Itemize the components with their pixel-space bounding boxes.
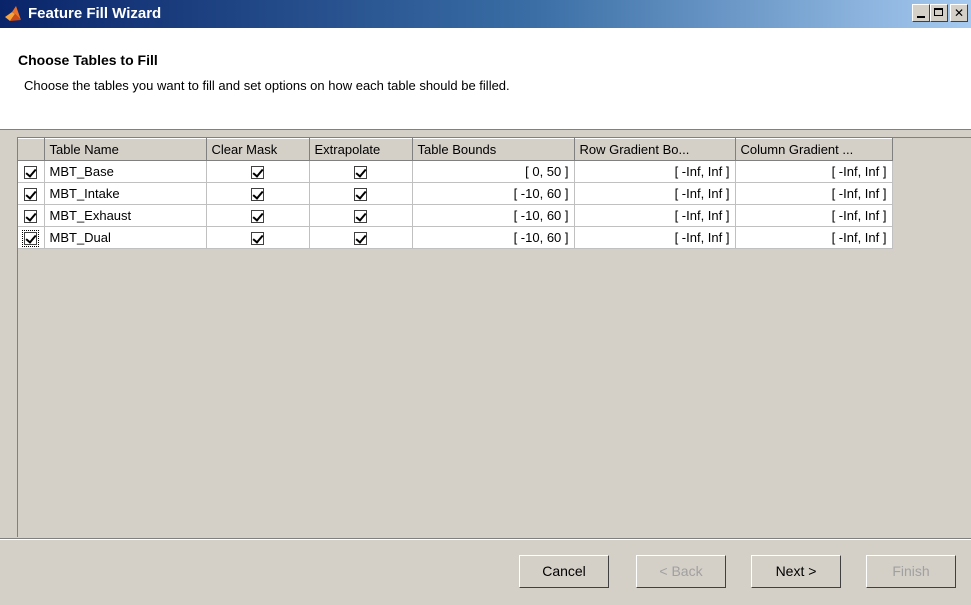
table-name-cell[interactable]: MBT_Dual xyxy=(44,226,207,249)
table-header-row: Table Name Clear Mask Extrapolate Table … xyxy=(18,138,893,161)
row-gradient-cell[interactable]: [ -Inf, Inf ] xyxy=(574,204,736,227)
wizard-header: Choose Tables to Fill Choose the tables … xyxy=(0,28,971,130)
finish-button[interactable]: Finish xyxy=(866,555,956,588)
extrapolate-checkbox[interactable] xyxy=(354,188,367,202)
row-select-cell[interactable] xyxy=(18,160,45,183)
table-name-cell[interactable]: MBT_Intake xyxy=(44,182,207,205)
column-gradient-cell[interactable]: [ -Inf, Inf ] xyxy=(735,182,893,205)
extrapolate-cell[interactable] xyxy=(309,204,413,227)
table-row: MBT_Exhaust [ -10, 60 ] [ -Inf, Inf ] [ … xyxy=(18,204,893,227)
tables-grid: Table Name Clear Mask Extrapolate Table … xyxy=(17,137,971,537)
page-title: Choose Tables to Fill xyxy=(18,52,158,68)
table-row: MBT_Dual [ -10, 60 ] [ -Inf, Inf ] [ -In… xyxy=(18,226,893,249)
extrapolate-cell[interactable] xyxy=(309,226,413,249)
clear-mask-cell[interactable] xyxy=(206,182,310,205)
table-bounds-cell[interactable]: [ -10, 60 ] xyxy=(412,226,575,249)
row-gradient-cell[interactable]: [ -Inf, Inf ] xyxy=(574,226,736,249)
clear-mask-cell[interactable] xyxy=(206,160,310,183)
select-column-header[interactable] xyxy=(18,138,45,161)
table-row: MBT_Intake [ -10, 60 ] [ -Inf, Inf ] [ -… xyxy=(18,182,893,205)
extrapolate-checkbox[interactable] xyxy=(354,166,367,180)
clear-mask-checkbox[interactable] xyxy=(251,232,264,246)
table-row: MBT_Base [ 0, 50 ] [ -Inf, Inf ] [ -Inf,… xyxy=(18,160,893,183)
column-header-table-name[interactable]: Table Name xyxy=(44,138,207,161)
tables-table: Table Name Clear Mask Extrapolate Table … xyxy=(18,138,893,249)
column-header-row-gradient-bounds[interactable]: Row Gradient Bo... xyxy=(574,138,736,161)
clear-mask-cell[interactable] xyxy=(206,204,310,227)
column-header-extrapolate[interactable]: Extrapolate xyxy=(309,138,413,161)
window-title: Feature Fill Wizard xyxy=(28,5,162,22)
back-button[interactable]: < Back xyxy=(636,555,726,588)
window-controls: ✕ xyxy=(912,4,968,22)
next-button[interactable]: Next > xyxy=(751,555,841,588)
table-bounds-cell[interactable]: [ -10, 60 ] xyxy=(412,204,575,227)
table-name-cell[interactable]: MBT_Exhaust xyxy=(44,204,207,227)
row-select-checkbox[interactable] xyxy=(22,230,40,248)
table-name-cell[interactable]: MBT_Base xyxy=(44,160,207,183)
clear-mask-checkbox[interactable] xyxy=(251,210,264,224)
clear-mask-checkbox[interactable] xyxy=(251,166,264,180)
cancel-button[interactable]: Cancel xyxy=(519,555,609,588)
minimize-button[interactable] xyxy=(912,4,930,22)
maximize-button[interactable] xyxy=(930,4,948,22)
close-button[interactable]: ✕ xyxy=(950,4,968,22)
close-icon: ✕ xyxy=(953,6,965,20)
maximize-icon xyxy=(934,8,943,16)
minimize-icon xyxy=(917,16,925,18)
extrapolate-checkbox[interactable] xyxy=(354,232,367,246)
row-select-checkbox[interactable] xyxy=(24,188,38,202)
column-gradient-cell[interactable]: [ -Inf, Inf ] xyxy=(735,204,893,227)
feature-fill-wizard-window: Feature Fill Wizard ✕ Choose Tables to F… xyxy=(0,0,971,605)
clear-mask-cell[interactable] xyxy=(206,226,310,249)
column-gradient-cell[interactable]: [ -Inf, Inf ] xyxy=(735,226,893,249)
row-select-cell[interactable] xyxy=(18,204,45,227)
table-bounds-cell[interactable]: [ -10, 60 ] xyxy=(412,182,575,205)
title-bar[interactable]: Feature Fill Wizard ✕ xyxy=(0,0,971,28)
extrapolate-cell[interactable] xyxy=(309,160,413,183)
table-bounds-cell[interactable]: [ 0, 50 ] xyxy=(412,160,575,183)
row-select-cell[interactable] xyxy=(18,226,45,249)
row-select-checkbox[interactable] xyxy=(24,166,38,180)
extrapolate-cell[interactable] xyxy=(309,182,413,205)
row-gradient-cell[interactable]: [ -Inf, Inf ] xyxy=(574,160,736,183)
page-description: Choose the tables you want to fill and s… xyxy=(24,78,510,93)
footer-divider xyxy=(0,538,971,540)
column-gradient-cell[interactable]: [ -Inf, Inf ] xyxy=(735,160,893,183)
row-gradient-cell[interactable]: [ -Inf, Inf ] xyxy=(574,182,736,205)
clear-mask-checkbox[interactable] xyxy=(251,188,264,202)
row-select-checkbox[interactable] xyxy=(24,210,38,224)
column-header-clear-mask[interactable]: Clear Mask xyxy=(206,138,310,161)
extrapolate-checkbox[interactable] xyxy=(354,210,367,224)
column-header-column-gradient-bounds[interactable]: Column Gradient ... xyxy=(735,138,893,161)
row-select-cell[interactable] xyxy=(18,182,45,205)
matlab-logo-icon xyxy=(5,6,21,21)
column-header-table-bounds[interactable]: Table Bounds xyxy=(412,138,575,161)
